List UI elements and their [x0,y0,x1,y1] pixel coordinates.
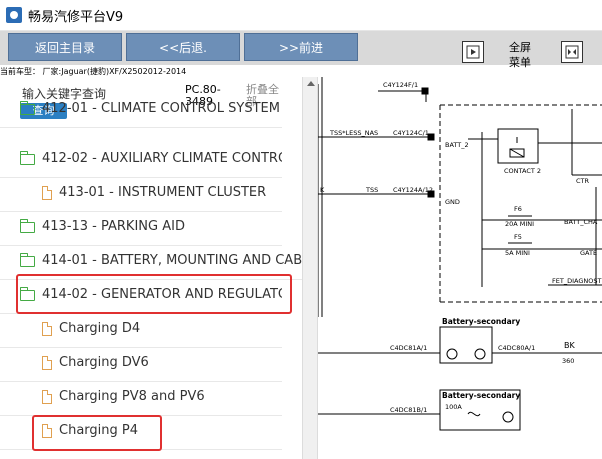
document-icon [42,390,52,404]
folder-icon [20,219,35,233]
diagram-label: 5A MINI [505,249,530,257]
fullscreen-menu-button[interactable]: 全屏 菜单 [500,40,540,70]
diagram-label: C4Y124C/1 [393,129,429,137]
diagram-label: CONTACT 2 [504,167,541,175]
diagram-label: BATT_2 [445,141,469,149]
window-title: 畅易汽修平台V9 [28,10,124,25]
diagram-label: TSS [365,186,378,194]
wiring-diagram-svg: C4Y124F/1 TSS*LESS_NAS C4Y124C/1 BATT_2 … [318,77,602,431]
folder-icon [20,101,35,115]
diagram-label: BK [564,341,575,350]
scroll-up-arrow-icon[interactable] [307,81,315,86]
diagram-label: Battery-secondary [442,391,520,400]
diagram-label: C4Y124A/12 [393,186,433,194]
forward-button[interactable]: >>前进 [244,33,358,61]
folder-icon [20,253,35,267]
tree-item-label: 414-01 - BATTERY, MOUNTING AND CABLES [42,253,302,268]
navigation-panel: 输入关键字查询 查询 PC.80-3489 折叠全部 412-01 - CLIM… [0,77,302,459]
highlight-box [16,274,292,314]
tree-item-label: 412-02 - AUXILIARY CLIMATE CONTROL [42,151,282,166]
diagram-label: K [320,186,325,194]
diagram-label: C4DC81A/1 [390,344,427,352]
diagram-label: 360 [562,357,574,365]
diagram-label: C4DC81B/1 [390,406,427,414]
diagram-label: 100A [445,403,462,411]
arrow-right-icon [466,45,480,59]
tree-item[interactable]: Charging PV8 and PV6 [0,381,282,416]
tree-item-label: 413-01 - INSTRUMENT CLUSTER [59,185,267,200]
fullscreen-label-line2: 菜单 [509,56,531,69]
diagram-label: BATT_CHA [564,218,598,226]
tree-item-label: Charging DV6 [59,355,149,370]
app-logo-icon [6,7,22,23]
diagram-label: GND [445,198,460,206]
diagram-label: C4Y124F/1 [383,81,418,89]
tree-item-label: 413-13 - PARKING AID [42,219,185,234]
highlight-box [32,415,162,451]
diagram-label: CTR [576,177,590,185]
home-button[interactable]: 返回主目录 [8,33,122,61]
diagram-label: C4DC80A/1 [498,344,535,352]
diagram-label: 20A MINI [505,220,534,228]
tree-item[interactable]: 412-02 - AUXILIARY CLIMATE CONTROL [0,143,282,178]
expand-panel-button[interactable] [561,41,583,63]
tree-item[interactable]: Charging D4 [0,313,282,348]
folder-icon [20,151,35,165]
diagram-label: Battery-secondary [442,317,520,326]
tree-item[interactable]: Charging DV6 [0,347,282,382]
tree-item[interactable]: 412-01 - CLIMATE CONTROL SYSTEM [0,93,282,128]
tree-item-label: Charging D4 [59,321,141,336]
current-vehicle: 当前车型： 厂家:Jaguar(捷豹)XF/X2502012-2014 [0,67,187,76]
double-arrow-icon [565,45,579,59]
collapse-panel-button[interactable] [462,41,484,63]
wiring-diagram: C4Y124F/1 TSS*LESS_NAS C4Y124C/1 BATT_2 … [318,77,602,459]
diagram-label: F5 [514,233,522,241]
diagram-label: FET_DIAGNOST [552,277,601,285]
document-icon [42,186,52,200]
back-button[interactable]: <<后退. [126,33,240,61]
tree-item-label: Charging PV8 and PV6 [59,389,205,404]
diagram-label: F6 [514,205,522,213]
title-bar: 畅易汽修平台V9 [0,0,602,31]
tree-item[interactable]: 413-01 - INSTRUMENT CLUSTER [0,177,282,212]
tree-item[interactable]: 413-13 - PARKING AID [0,211,282,246]
document-icon [42,322,52,336]
diagram-label: TSS*LESS_NAS [329,129,378,137]
fullscreen-label-line1: 全屏 [509,41,531,54]
tree-item-label: 412-01 - CLIMATE CONTROL SYSTEM [42,101,280,116]
document-icon [42,356,52,370]
diagram-label: GATE [580,249,597,257]
panel-splitter[interactable] [302,77,318,459]
